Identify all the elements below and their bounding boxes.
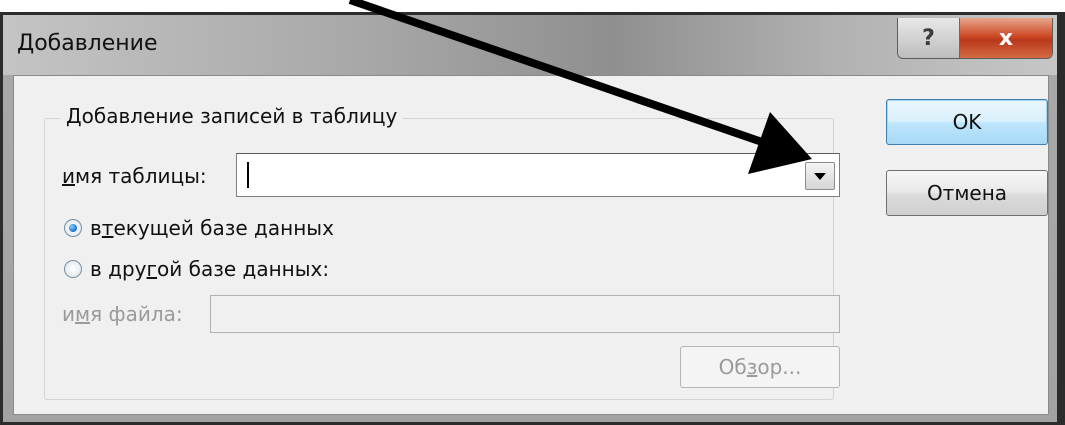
annotation-arrow: [348, 0, 812, 174]
arrow-shaft: [348, 0, 764, 146]
